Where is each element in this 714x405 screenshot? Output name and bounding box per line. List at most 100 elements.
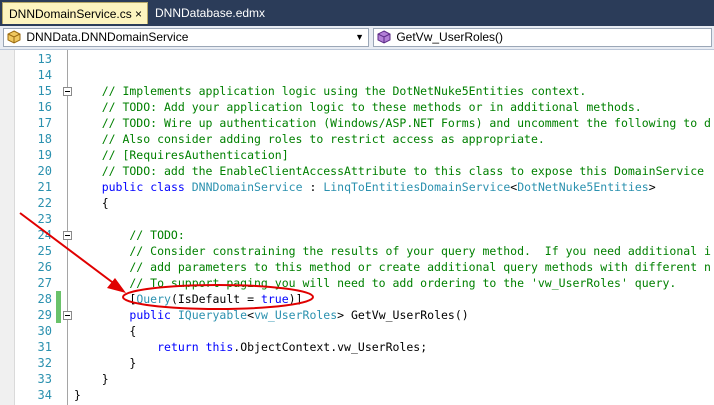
code-line[interactable]: 13 [0,51,714,67]
class-dropdown-value: DNNData.DNNDomainService [26,30,189,44]
line-number: 34 [37,388,52,402]
line-number: 18 [37,132,52,146]
code-token-type: IQueryable [177,308,248,322]
code-line[interactable]: 22 { [0,195,714,211]
code-token-plain: )] [288,292,303,306]
code-text: { [74,323,136,339]
code-token-plain: (IsDefault = [170,292,261,306]
code-token-type: Query [136,292,171,306]
line-number: 15 [37,84,52,98]
code-token-comment: // TODO: [74,228,185,242]
code-token-plain: [ [74,292,137,306]
change-marker [56,307,61,323]
code-text: { [74,195,109,211]
code-line[interactable]: 24 // TODO: [0,227,714,243]
line-number: 17 [37,116,52,130]
code-token-comment: // [RequiresAuthentication] [74,148,289,162]
collapse-icon[interactable] [63,231,72,240]
code-token-keyword: public [101,180,144,194]
line-number: 28 [37,292,52,306]
code-token-keyword: public [129,308,171,322]
code-text: // Consider constraining the results of … [74,243,711,259]
line-number: 26 [37,260,52,274]
class-dropdown[interactable]: DNNData.DNNDomainService ▼ [3,28,369,47]
line-number: 25 [37,244,52,258]
code-text: // TODO: [74,227,185,243]
code-line[interactable]: 20 // TODO: add the EnableClientAccessAt… [0,163,714,179]
code-line[interactable]: 17 // TODO: Wire up authentication (Wind… [0,115,714,131]
code-line[interactable]: 33 } [0,371,714,387]
code-token-plain: > [648,180,656,194]
code-line[interactable]: 30 { [0,323,714,339]
line-number: 19 [37,148,52,162]
code-line[interactable]: 26 // add parameters to this method or c… [0,259,714,275]
code-token-comment: // add parameters to this method or crea… [74,260,711,274]
code-token-comment: // TODO: Wire up authentication (Windows… [74,116,711,130]
line-number: 22 [37,196,52,210]
code-token-type: DotNetNuke5Entities [517,180,649,194]
code-line[interactable]: 14 [0,67,714,83]
code-line[interactable]: 31 return this.ObjectContext.vw_UserRole… [0,339,714,355]
code-token-plain: } [74,388,81,402]
line-number: 31 [37,340,52,354]
tab-dnndatabase-edmx[interactable]: DNNDatabase.edmx [149,2,269,24]
code-text: // Also consider adding roles to restric… [74,131,545,147]
code-editor[interactable]: 13 14 15 // Implements application logic u… [0,50,714,405]
code-line[interactable]: 29 public IQueryable<vw_UserRoles> GetVw… [0,307,714,323]
code-text: [Query(IsDefault = true)] [74,291,303,307]
code-text: return this.ObjectContext.vw_UserRoles; [74,339,427,355]
code-token-keyword: class [150,180,185,194]
code-line[interactable]: 21 public class DNNDomainService : LinqT… [0,179,714,195]
collapse-icon[interactable] [63,87,72,96]
method-icon [377,30,391,44]
code-line[interactable]: 34} [0,387,714,403]
close-icon[interactable]: × [135,3,142,25]
tab-label: DNNDatabase.edmx [155,6,266,20]
code-token-plain: .ObjectContext.vw_UserRoles; [233,340,428,354]
chevron-down-icon[interactable]: ▼ [355,29,364,46]
code-token-comment: // Implements application logic using th… [74,84,587,98]
code-line[interactable]: 27 // To support paging you will need to… [0,275,714,291]
code-line[interactable]: 25 // Consider constraining the results … [0,243,714,259]
document-tab-strip: DNNDomainService.cs × DNNDatabase.edmx [0,0,714,26]
code-line[interactable]: 16 // TODO: Add your application logic t… [0,99,714,115]
code-line[interactable]: 15 // Implements application logic using… [0,83,714,99]
code-line[interactable]: 28 [Query(IsDefault = true)] [0,291,714,307]
tab-dnndomainservice-cs[interactable]: DNNDomainService.cs × [2,2,148,24]
code-text: // TODO: Wire up authentication (Windows… [74,115,711,131]
code-token-comment: // Also consider adding roles to restric… [74,132,545,146]
code-token-keyword: true [260,292,289,306]
class-icon [7,30,21,44]
navigation-bar: DNNData.DNNDomainService ▼ GetVw_UserRol… [0,26,714,50]
code-line[interactable]: 19 // [RequiresAuthentication] [0,147,714,163]
change-marker [56,291,61,307]
line-number: 24 [37,228,52,242]
collapse-icon[interactable] [63,311,72,320]
code-line[interactable]: 32 } [0,355,714,371]
code-text: // To support paging you will need to ad… [74,275,676,291]
line-number: 20 [37,164,52,178]
code-text: // TODO: Add your application logic to t… [74,99,642,115]
code-text: // [RequiresAuthentication] [74,147,289,163]
code-text: // add parameters to this method or crea… [74,259,711,275]
code-text: public class DNNDomainService : LinqToEn… [74,179,656,195]
code-line[interactable]: 18 // Also consider adding roles to rest… [0,131,714,147]
line-number: 21 [37,180,52,194]
code-token-comment: // TODO: Add your application logic to t… [74,100,642,114]
code-token-type: vw_UserRoles [254,308,338,322]
code-line[interactable]: 23 [0,211,714,227]
tab-label: DNNDomainService.cs [9,7,132,21]
code-token-plain: > GetVw_UserRoles() [337,308,469,322]
line-number: 14 [37,68,52,82]
code-token-plain: : [302,180,324,194]
member-dropdown[interactable]: GetVw_UserRoles() [373,28,712,47]
code-token-plain: } [74,372,109,386]
code-token-type: LinqToEntitiesDomainService [323,180,511,194]
code-text: public IQueryable<vw_UserRoles> GetVw_Us… [74,307,469,323]
code-text: } [74,371,109,387]
